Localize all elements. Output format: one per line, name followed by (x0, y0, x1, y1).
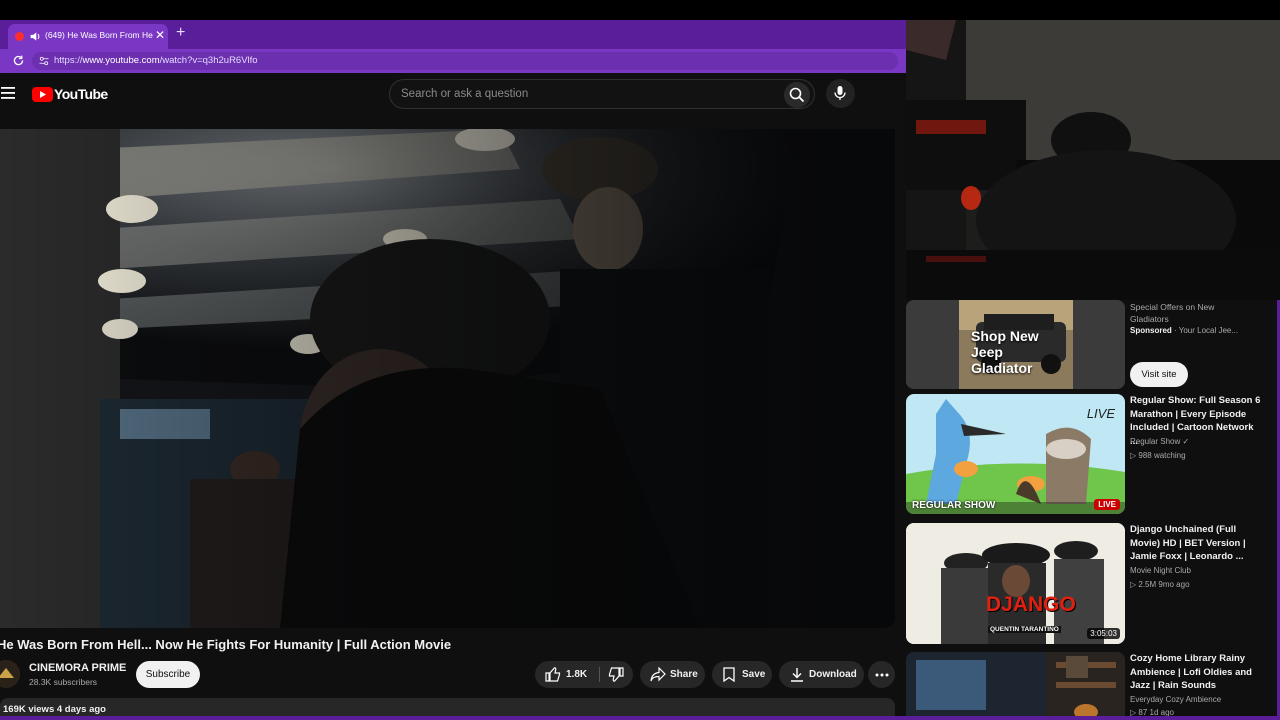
subscriber-count: 28.3K subscribers (29, 677, 98, 687)
ad-thumbnail-text: Shop New Jeep Gladiator (971, 328, 1039, 376)
video-title-django[interactable]: Django Unchained (Full Movie) HD | BET V… (1130, 523, 1262, 564)
logo-text: YouTube (54, 86, 108, 102)
video-title: He Was Born From Hell... Now He Fights F… (0, 637, 452, 652)
youtube-play-logo-icon (32, 87, 53, 102)
reload-icon[interactable] (12, 54, 25, 67)
hamburger-menu-icon[interactable] (1, 87, 15, 99)
video-player[interactable] (0, 129, 895, 628)
video-thumbnail-cozy-library[interactable] (906, 652, 1125, 720)
video-thumbnail-django[interactable]: DJANGO QUENTIN TARANTINO 3:05:03 (906, 523, 1125, 644)
webcam-image (906, 20, 1280, 300)
cozy-library-thumbnail-image (906, 652, 1125, 720)
ad-sponsor-line: Sponsored · Your Local Jee... (1130, 326, 1238, 335)
dislike-icon[interactable] (608, 667, 624, 682)
voice-search-button[interactable] (826, 79, 855, 108)
channel-cozy-library[interactable]: Everyday Cozy Ambience (1130, 695, 1221, 704)
like-icon[interactable] (545, 667, 561, 682)
subscribe-button[interactable]: Subscribe (136, 661, 200, 688)
thumbnail-django-director: QUENTIN TARANTINO (988, 626, 1061, 633)
browser-window: (649) He Was Born From Hell… ✕ + https:/… (0, 20, 906, 720)
webcam-overlay (906, 20, 1280, 300)
thumbnail-show-label: REGULAR SHOW (912, 500, 996, 511)
url-path: /watch?v=q3h2uR6Vlfo (159, 55, 258, 66)
screen-top-bar (0, 0, 1280, 20)
close-tab-icon[interactable]: ✕ (155, 28, 165, 42)
save-button[interactable]: Save (712, 661, 772, 688)
sponsored-label: Sponsored (1130, 326, 1172, 335)
ad-thumbnail[interactable]: Shop New Jeep Gladiator (906, 300, 1125, 389)
screen-bottom-bar (0, 716, 1280, 720)
youtube-favicon-icon (15, 32, 24, 41)
tab-title: (649) He Was Born From Hell… (45, 30, 153, 40)
download-label: Download (809, 669, 857, 680)
url-text: https://www.youtube.com/watch?v=q3h2uR6V… (54, 55, 258, 66)
visit-site-button[interactable]: Visit site (1130, 362, 1188, 387)
thumbnail-django-title: DJANGO (986, 593, 1076, 616)
search-box[interactable]: Search or ask a question (389, 79, 815, 109)
url-field[interactable]: https://www.youtube.com/watch?v=q3h2uR6V… (32, 52, 898, 70)
url-domain: www.youtube.com (82, 55, 160, 66)
thumbnail-live-text: LIVE (1086, 406, 1115, 421)
new-tab-icon[interactable]: + (176, 24, 185, 42)
search-icon (789, 87, 805, 103)
views-and-date: 169K views 4 days ago (3, 704, 106, 715)
bookmark-icon (723, 667, 735, 682)
channel-regular-show[interactable]: Regular Show ✓ (1130, 437, 1189, 446)
meta-regular-show: ▷ 988 watching (1130, 451, 1186, 460)
like-count[interactable]: 1.8K (566, 669, 587, 680)
video-title-cozy-library[interactable]: Cozy Home Library Rainy Ambience | Lofi … (1130, 652, 1262, 693)
speaker-icon[interactable] (29, 30, 42, 43)
channel-name[interactable]: CINEMORA PRIME (29, 662, 126, 674)
share-button[interactable]: Share (640, 661, 705, 688)
tab-youtube[interactable]: (649) He Was Born From Hell… ✕ (8, 24, 168, 49)
live-badge: LIVE (1094, 499, 1120, 510)
address-bar: https://www.youtube.com/watch?v=q3h2uR6V… (0, 49, 906, 73)
more-actions-button[interactable] (868, 661, 895, 688)
recommendations-sidebar: Shop New Jeep Gladiator Special Offers o… (906, 300, 1280, 720)
url-prefix: https:// (54, 55, 83, 66)
download-icon (791, 668, 803, 682)
search-button[interactable] (784, 82, 810, 108)
youtube-header: YouTube Search or ask a question (0, 73, 906, 117)
save-label: Save (742, 669, 766, 680)
video-frame-image (0, 129, 895, 628)
microphone-icon (834, 86, 846, 100)
duration-badge: 3:05:03 (1087, 628, 1120, 639)
advertiser-name: · Your Local Jee... (1171, 326, 1239, 335)
share-icon (650, 667, 666, 682)
video-thumbnail-regular-show[interactable]: LIVE REGULAR SHOW LIVE (906, 394, 1125, 514)
share-label: Share (670, 669, 698, 680)
tab-strip: (649) He Was Born From Hell… ✕ + (0, 20, 906, 49)
more-icon (875, 673, 889, 677)
download-button[interactable]: Download (779, 661, 864, 688)
channel-django[interactable]: Movie Night Club (1130, 566, 1191, 575)
search-input[interactable]: Search or ask a question (401, 88, 528, 100)
youtube-logo[interactable]: YouTube (32, 86, 108, 104)
channel-avatar[interactable] (0, 660, 20, 688)
like-divider (599, 667, 600, 682)
site-info-icon[interactable] (38, 55, 50, 67)
channel-avatar-image (0, 660, 20, 688)
ad-title[interactable]: Special Offers on New Gladiators (1130, 301, 1230, 325)
meta-django: ▷ 2.5M 9mo ago (1130, 580, 1190, 589)
like-dislike-group: 1.8K (535, 661, 633, 688)
